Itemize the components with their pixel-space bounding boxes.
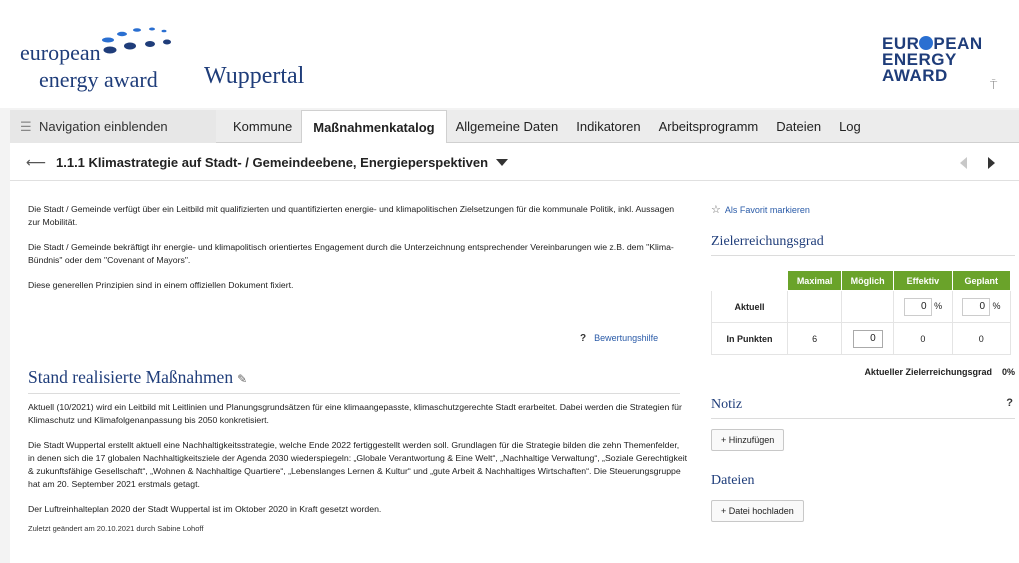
city-title: Wuppertal: [204, 63, 305, 89]
help-icon: ?: [580, 333, 587, 344]
table-row: In Punkten 6 0 0 0: [711, 322, 1012, 355]
goal-table-header: Maximal Möglich Effektiv Geplant: [711, 270, 1012, 291]
goal-summary-value: 0%: [1001, 367, 1015, 377]
row-label-points: In Punkten: [711, 322, 788, 355]
description-paragraph: Die Stadt / Gemeinde verfügt über ein Le…: [28, 204, 675, 227]
tab-log[interactable]: Log: [830, 110, 870, 143]
main-content: ⟵ 1.1.1 Klimastrategie auf Stadt- / Geme…: [10, 143, 1019, 563]
goal-summary: Aktueller Zielerreichungsgrad 0%: [711, 367, 1015, 377]
sidebar: ☆ Als Favorit markieren Zielerreichungsgr…: [711, 203, 1015, 522]
cell-geplant-percent: 0 %: [951, 290, 1012, 323]
header-effektiv: Effektiv: [893, 270, 953, 291]
logo-right-award: AWARD: [882, 66, 948, 85]
next-arrow-icon[interactable]: [988, 157, 995, 169]
note-help-icon[interactable]: ?: [1006, 397, 1013, 409]
tab-kommune[interactable]: Kommune: [224, 110, 301, 143]
header-maximal: Maximal: [786, 270, 843, 291]
percent-unit: %: [992, 300, 1001, 311]
favorite-link[interactable]: ☆ Als Favorit markieren: [711, 203, 1015, 216]
header-moeglich: Möglich: [841, 270, 895, 291]
cell-effektiv-points: 0: [893, 322, 953, 355]
logo-text-line1: european: [20, 40, 101, 65]
cell-empty: [786, 290, 843, 323]
description-paragraph: Die Stadt / Gemeinde bekräftigt ihr ener…: [28, 242, 674, 265]
previous-arrow-icon[interactable]: [960, 157, 967, 169]
header: european energy award Wuppertal EUR PEAN …: [0, 0, 1019, 108]
status-paragraph: Aktuell (10/2021) wird ein Leitbild mit …: [28, 402, 682, 425]
page: european energy award Wuppertal EUR PEAN …: [0, 0, 1019, 563]
tab-allgemeine-daten[interactable]: Allgemeine Daten: [447, 110, 568, 143]
tab-arbeitsprogramm[interactable]: Arbeitsprogramm: [650, 110, 768, 143]
navigation-toggle-button[interactable]: ☰ Navigation einblenden: [10, 110, 216, 143]
hamburger-icon: ☰: [20, 118, 32, 134]
logo-dots-icon: [102, 27, 171, 54]
upload-file-button[interactable]: + Datei hochladen: [711, 500, 804, 522]
pin-icon[interactable]: ⍑: [990, 78, 997, 93]
cell-empty: [841, 290, 895, 323]
effektiv-percent-input[interactable]: 0: [903, 297, 932, 316]
navigation-toggle-label: Navigation einblenden: [39, 119, 168, 134]
pencil-icon[interactable]: ✎: [237, 372, 247, 386]
back-arrow-icon[interactable]: ⟵: [26, 154, 46, 171]
logo-text-line2: energy award: [39, 67, 158, 92]
tab-massnahmenkatalog[interactable]: Maßnahmenkatalog: [301, 110, 447, 144]
note-heading: Notiz ?: [711, 397, 1015, 419]
globe-icon: [919, 36, 934, 50]
last-updated: Zuletzt geändert am 20.10.2021 durch Sab…: [28, 524, 204, 533]
tab-bar: ☰ Navigation einblenden Kommune Maßnahme…: [10, 110, 1019, 144]
rating-help-label: Bewertungshilfe: [594, 333, 659, 343]
cell-maximal-points: 6: [786, 322, 843, 355]
status-paragraph: Der Luftreinhalteplan 2020 der Stadt Wup…: [28, 504, 382, 514]
tab-indikatoren[interactable]: Indikatoren: [567, 110, 649, 143]
moeglich-points-input[interactable]: 0: [852, 329, 883, 348]
description-paragraph: Diese generellen Prinzipien sind in eine…: [28, 280, 294, 290]
geplant-percent-input[interactable]: 0: [962, 297, 991, 316]
favorite-label: Als Favorit markieren: [724, 205, 810, 215]
cell-moeglich-points: 0: [841, 322, 895, 355]
files-heading: Dateien: [711, 473, 755, 488]
description: Die Stadt / Gemeinde verfügt über ein Le…: [28, 203, 680, 304]
goal-heading: Zielerreichungsgrad: [711, 234, 1015, 256]
goal-table-corner: [711, 270, 788, 291]
cell-effektiv-percent: 0 %: [893, 290, 953, 323]
status-heading-text: Stand realisierte Maßnahmen: [28, 367, 234, 387]
european-energy-award-logo[interactable]: european energy award: [20, 24, 180, 94]
row-label-aktuell: Aktuell: [711, 290, 788, 323]
star-icon: ☆: [711, 204, 721, 216]
percent-unit: %: [934, 300, 943, 311]
note-heading-text: Notiz: [711, 397, 743, 412]
goal-summary-label: Aktueller Zielerreichungsgrad: [864, 367, 992, 377]
header-geplant: Geplant: [951, 270, 1012, 291]
measure-title-text: 1.1.1 Klimastrategie auf Stadt- / Gemein…: [56, 155, 489, 170]
rating-help-link[interactable]: ? Bewertungshilfe: [580, 333, 658, 344]
tab-dateien[interactable]: Dateien: [767, 110, 830, 143]
status-text: Aktuell (10/2021) wird ein Leitbild mit …: [28, 401, 688, 533]
status-paragraph: Die Stadt Wuppertal erstellt aktuell ein…: [28, 440, 688, 489]
tabs: Kommune Maßnahmenkatalog Allgemeine Date…: [224, 110, 870, 144]
goal-table: Maximal Möglich Effektiv Geplant Aktuell…: [711, 270, 1012, 355]
measure-title[interactable]: 1.1.1 Klimastrategie auf Stadt- / Gemein…: [56, 155, 509, 170]
caret-down-icon: [496, 159, 509, 166]
eea-logo-right: EUR PEAN ENERGY AWARD: [882, 35, 992, 85]
cell-geplant-points: 0: [951, 322, 1012, 355]
status-heading: Stand realisierte Maßnahmen ✎: [28, 367, 680, 394]
add-note-button[interactable]: + Hinzufügen: [711, 429, 785, 451]
table-row: Aktuell 0 % 0 %: [711, 290, 1012, 323]
measure-bar: ⟵ 1.1.1 Klimastrategie auf Stadt- / Geme…: [10, 143, 1019, 181]
